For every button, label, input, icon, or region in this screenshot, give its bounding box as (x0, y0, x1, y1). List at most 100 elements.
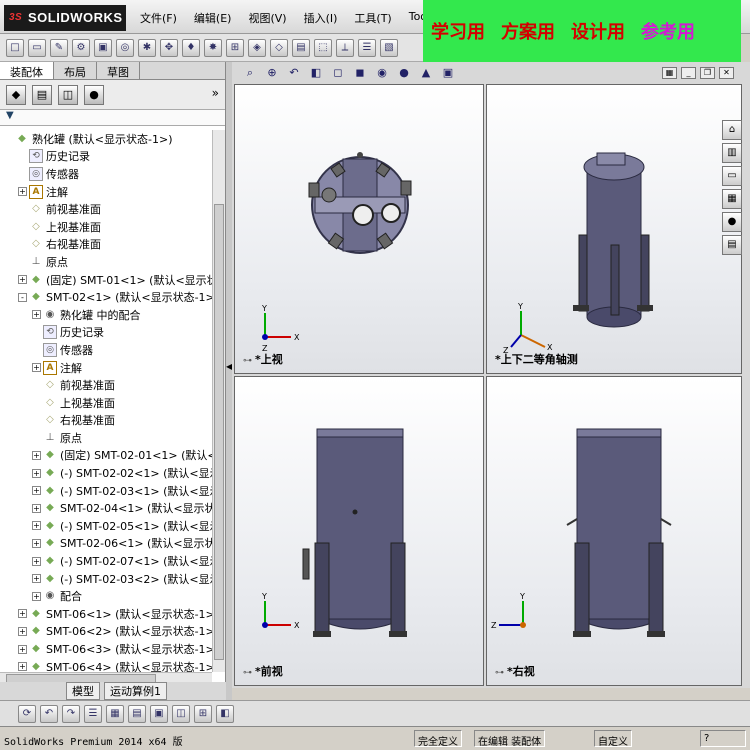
tree-item[interactable]: + ◆ (-) SMT-02-02<1> (默认<显示状 (0, 464, 212, 482)
grid-icon[interactable]: ▦ (106, 704, 124, 723)
reference-geometry-icon[interactable]: ◇ (270, 38, 288, 57)
expand-icon[interactable]: + (32, 521, 41, 531)
tree-item[interactable]: ◎ 传感器 (0, 341, 212, 359)
gear-icon[interactable]: ✱ (138, 38, 156, 57)
tree-item[interactable]: ◇ 上视基准面 (0, 218, 212, 236)
viewport-right[interactable]: Z Y ⊶ *右视 (486, 376, 742, 686)
tab-layout[interactable]: 布局 (54, 62, 97, 79)
expand-icon[interactable]: + (32, 310, 41, 320)
explode-icon[interactable]: ✸ (204, 38, 222, 57)
tree-item[interactable]: ⊥ 原点 (0, 253, 212, 271)
link-views-icon[interactable]: ◧ (216, 704, 234, 723)
component-icon[interactable]: ⚙ (72, 38, 90, 57)
scrollbar-thumb[interactable] (214, 204, 224, 660)
expand-icon[interactable]: + (32, 574, 41, 584)
table-icon[interactable]: ▤ (128, 704, 146, 723)
design-library-icon[interactable]: ▥ (722, 143, 742, 163)
undo-icon[interactable]: ↶ (40, 704, 58, 723)
tree-item[interactable]: + ◆ (-) SMT-02-05<1> (默认<显示状 (0, 517, 212, 535)
tree-item[interactable]: + ◆ (-) SMT-02-07<1> (默认<显示状 (0, 552, 212, 570)
custom-properties-icon[interactable]: ▤ (722, 235, 742, 255)
expand-icon[interactable]: + (18, 187, 27, 197)
redo-icon[interactable]: ↷ (62, 704, 80, 723)
expand-icon[interactable]: + (18, 662, 27, 672)
new-icon[interactable]: □ (6, 38, 24, 57)
tree-item[interactable]: + ◆ SMT-02-04<1> (默认<显示状态- (0, 499, 212, 517)
display-style-icon[interactable]: ◼ (352, 65, 368, 81)
tree-item[interactable]: + A 注解 (0, 359, 212, 377)
list-icon[interactable]: ☰ (84, 704, 102, 723)
sketch-icon[interactable]: ⊞ (226, 38, 244, 57)
minimize-icon[interactable]: _ (681, 67, 696, 79)
menu-insert[interactable]: 插入(I) (304, 10, 338, 26)
tree-item[interactable]: ◇ 前视基准面 (0, 376, 212, 394)
tab-model[interactable]: 模型 (66, 682, 100, 700)
viewport-front[interactable]: X Y ⊶ *前视 (234, 376, 484, 686)
expand-icon[interactable]: + (18, 609, 27, 619)
smart-fastener-icon[interactable]: ♦ (182, 38, 200, 57)
appearance-icon[interactable]: ● (396, 65, 412, 81)
tree-item[interactable]: + A 注解 (0, 183, 212, 201)
close-icon[interactable]: ✕ (719, 67, 734, 79)
tree-item[interactable]: + ◆ (-) SMT-02-03<1> (默认<显示状 (0, 482, 212, 500)
tree-item[interactable]: + ◆ SMT-06<1> (默认<显示状态-1>) (0, 605, 212, 623)
more-panels-icon[interactable]: » (212, 86, 219, 100)
tree-item[interactable]: + ◉ 熟化罐 中的配合 (0, 306, 212, 324)
tree-item[interactable]: ◎ 传感器 (0, 165, 212, 183)
section-view-icon[interactable]: ◧ (308, 65, 324, 81)
tree-item[interactable]: + ◆ SMT-02-06<1> (默认<显示状态-1 (0, 535, 212, 553)
tree-filter[interactable]: ▼ (0, 110, 225, 126)
zoom-fit-icon[interactable]: ⌕ (242, 65, 258, 81)
collapse-icon[interactable]: - (18, 292, 27, 302)
assembly-features-icon[interactable]: ◈ (248, 38, 266, 57)
display-icon[interactable]: ▧ (380, 38, 398, 57)
interference-icon[interactable]: ⬚ (314, 38, 332, 57)
tree-item[interactable]: ⊥ 原点 (0, 429, 212, 447)
pencil-icon[interactable]: ✎ (50, 38, 68, 57)
solidworks-logo[interactable]: 3S SOLIDWORKS (4, 5, 126, 31)
help-icon[interactable]: ? (700, 730, 746, 747)
viewport-isometric[interactable]: X Y Z *上下二等角轴测 (486, 84, 742, 374)
expand-icon[interactable]: + (18, 626, 27, 636)
tree-item[interactable]: + ◆ (固定) SMT-01<1> (默认<显示状态 (0, 271, 212, 289)
menu-file[interactable]: 文件(F) (140, 10, 177, 26)
tab-sketch[interactable]: 草图 (97, 62, 140, 79)
expand-icon[interactable]: + (32, 486, 41, 496)
tree-item[interactable]: ⟲ 历史记录 (0, 148, 212, 166)
measure-icon[interactable]: ⟂ (336, 38, 354, 57)
display-manager-icon[interactable]: ● (84, 84, 104, 105)
viewport-top[interactable]: X Y Z ⊶ *上视 (234, 84, 484, 374)
restore-icon[interactable]: ❐ (700, 67, 715, 79)
previous-view-icon[interactable]: ↶ (286, 65, 302, 81)
tree-item[interactable]: ⟲ 历史记录 (0, 324, 212, 342)
tree-item[interactable]: ◇ 右视基准面 (0, 236, 212, 254)
status-units[interactable]: 自定义 (594, 730, 632, 748)
configuration-manager-icon[interactable]: ◫ (58, 84, 78, 105)
solidworks-resources-icon[interactable]: ⌂ (722, 120, 742, 140)
view-palette-icon[interactable]: ▦ (722, 189, 742, 209)
single-view-icon[interactable]: ▣ (150, 704, 168, 723)
menu-view[interactable]: 视图(V) (248, 10, 286, 26)
mate-icon[interactable]: ◎ (116, 38, 134, 57)
view-settings-icon[interactable]: ▣ (440, 65, 456, 81)
tree-item[interactable]: ◇ 上视基准面 (0, 394, 212, 412)
tree-item[interactable]: + ◆ (固定) SMT-02-01<1> (默认<显 (0, 447, 212, 465)
tree-item[interactable]: + ◆ (-) SMT-02-03<2> (默认<显示状 (0, 570, 212, 588)
expand-icon[interactable]: + (32, 538, 41, 548)
tree-vertical-scrollbar[interactable] (212, 130, 225, 672)
move-component-icon[interactable]: ✥ (160, 38, 178, 57)
property-manager-icon[interactable]: ▤ (32, 84, 52, 105)
bill-of-materials-icon[interactable]: ▤ (292, 38, 310, 57)
rebuild-icon[interactable]: ⟳ (18, 704, 36, 723)
expand-icon[interactable]: + (18, 275, 27, 285)
expand-icon[interactable]: + (32, 468, 41, 478)
expand-icon[interactable]: + (32, 503, 41, 513)
menu-tools[interactable]: 工具(T) (354, 10, 391, 26)
zoom-area-icon[interactable]: ⊕ (264, 65, 280, 81)
view-orientation-icon[interactable]: ◻ (330, 65, 346, 81)
menu-edit[interactable]: 编辑(E) (194, 10, 232, 26)
tree-item[interactable]: + ◆ SMT-06<3> (默认<显示状态-1>) (0, 640, 212, 658)
open-icon[interactable]: ▭ (28, 38, 46, 57)
hide-show-icon[interactable]: ◉ (374, 65, 390, 81)
tab-motion-study[interactable]: 运动算例1 (104, 682, 167, 700)
